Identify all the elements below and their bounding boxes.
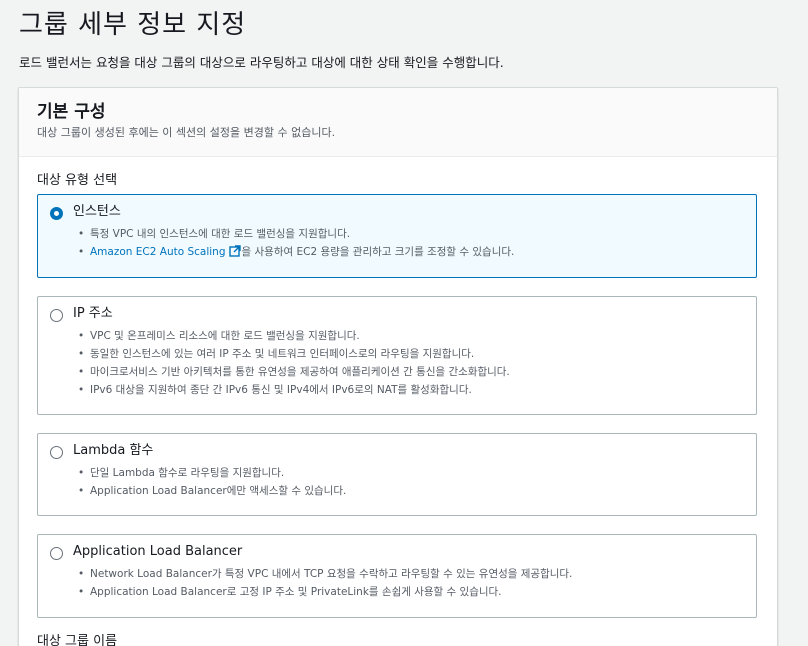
tile-title-ip: IP 주소 [73,306,113,321]
page-title: 그룹 세부 정보 지정 [19,10,247,40]
list-item: • 마이크로서비스 기반 아키텍처를 통한 유연성을 제공하여 애플리케이션 간 … [76,363,510,381]
target-type-instances-tile[interactable]: 인스턴스 • 특정 VPC 내의 인스턴스에 대한 로드 밸런싱을 지원합니다. … [37,194,757,278]
tile-bullets-alb: • Network Load Balancer가 특정 VPC 내에서 TCP 요… [76,565,572,601]
bullet-icon: • [78,485,85,497]
panel-header: 기본 구성 대상 그룹이 생성된 후에는 이 섹션의 설정을 변경할 수 없습니… [19,88,777,157]
target-type-label: 대상 유형 선택 [37,173,118,188]
bullet-icon: • [78,568,85,580]
list-item: • 동일한 인스턴스에 있는 여러 IP 주소 및 네트워크 인터페이스로의 라우… [76,345,510,363]
section-description: 대상 그룹이 생성된 후에는 이 섹션의 설정을 변경할 수 없습니다. [37,126,336,139]
tile-title-instances: 인스턴스 [73,204,121,219]
page-description: 로드 밸런서는 요청을 대상 그룹의 대상으로 라우팅하고 대상에 대한 상태 … [19,55,504,70]
list-item: • 특정 VPC 내의 인스턴스에 대한 로드 밸런싱을 지원합니다. [76,225,514,243]
page: 그룹 세부 정보 지정 로드 밸런서는 요청을 대상 그룹의 대상으로 라우팅하… [0,0,808,646]
bullet-icon: • [78,384,85,396]
bullet-icon: • [78,330,85,342]
tile-bullets-ip: • VPC 및 온프레미스 리소스에 대한 로드 밸런싱을 지원합니다. • 동일한… [76,327,510,399]
radio-lambda[interactable] [50,446,63,459]
list-item: • Application Load Balancer로 고정 IP 주소 및 P… [76,583,572,601]
radio-alb[interactable] [50,547,63,560]
bullet-icon: • [78,348,85,360]
list-item: • VPC 및 온프레미스 리소스에 대한 로드 밸런싱을 지원합니다. [76,327,510,345]
target-type-ip-tile[interactable]: IP 주소 • VPC 및 온프레미스 리소스에 대한 로드 밸런싱을 지원합니다… [37,296,757,415]
bullet-icon: • [78,467,85,479]
section-title: 기본 구성 [37,102,106,122]
list-item: • 단일 Lambda 함수로 라우팅을 지원합니다. [76,464,346,482]
ec2-auto-scaling-link[interactable]: Amazon EC2 Auto Scaling [90,246,226,258]
tile-bullets-instances: • 특정 VPC 내의 인스턴스에 대한 로드 밸런싱을 지원합니다. • Amaz… [76,225,514,263]
list-item: • Network Load Balancer가 특정 VPC 내에서 TCP 요… [76,565,572,583]
list-item: • IPv6 대상을 지원하여 종단 간 IPv6 통신 및 IPv4에서 IPv… [76,381,510,399]
bullet-icon: • [78,586,85,598]
bullet-icon: • [78,246,85,258]
list-item: • Amazon EC2 Auto Scaling 을 사용하여 EC2 용량을 관… [76,243,514,263]
tile-bullets-lambda: • 단일 Lambda 함수로 라우팅을 지원합니다. • Application … [76,464,346,500]
basic-configuration-panel: 기본 구성 대상 그룹이 생성된 후에는 이 섹션의 설정을 변경할 수 없습니… [18,87,778,646]
bullet-icon: • [78,228,85,240]
target-type-alb-tile[interactable]: Application Load Balancer • Network Load … [37,534,757,618]
bullet-icon: • [78,366,85,378]
target-group-name-label: 대상 그룹 이름 [37,634,118,646]
target-type-lambda-tile[interactable]: Lambda 함수 • 단일 Lambda 함수로 라우팅을 지원합니다. • Ap… [37,433,757,516]
radio-ip[interactable] [50,309,63,322]
external-link-icon[interactable] [228,245,241,263]
radio-instances[interactable] [50,207,63,220]
list-item: • Application Load Balancer에만 액세스할 수 있습니다… [76,482,346,500]
tile-title-lambda: Lambda 함수 [73,443,154,458]
tile-title-alb: Application Load Balancer [73,544,243,559]
